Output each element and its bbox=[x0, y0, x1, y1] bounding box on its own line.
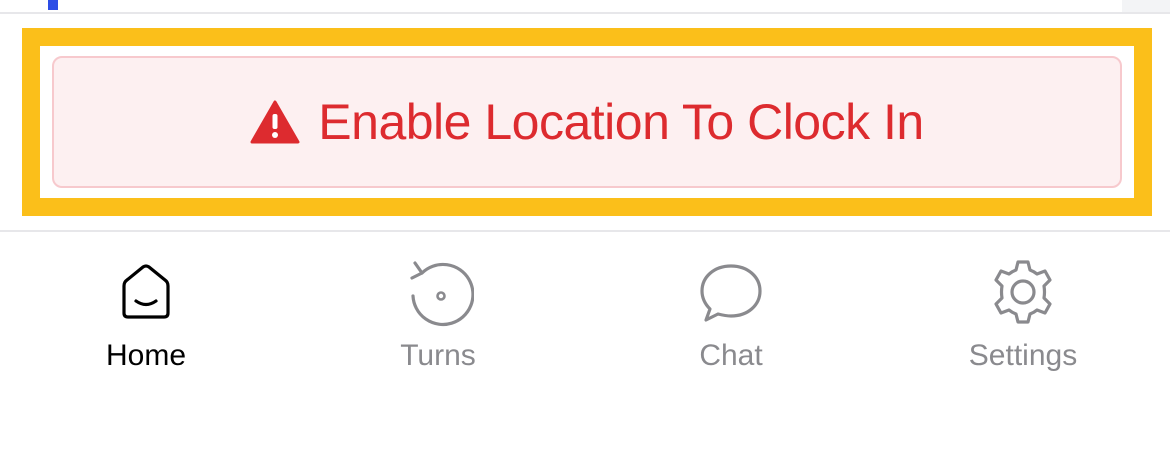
tab-turns[interactable]: Turns bbox=[338, 256, 538, 386]
clock-in-panel: Enable Location To Clock In bbox=[0, 14, 1170, 232]
tab-settings[interactable]: Settings bbox=[923, 256, 1123, 386]
gear-icon bbox=[987, 256, 1059, 328]
top-strip-edge bbox=[1122, 0, 1170, 12]
tab-home-label: Home bbox=[105, 339, 187, 372]
top-strip bbox=[0, 0, 1170, 14]
tab-chat[interactable]: Chat bbox=[631, 256, 831, 386]
tab-home[interactable]: Home bbox=[46, 256, 246, 386]
enable-location-label: Enable Location To Clock In bbox=[318, 94, 924, 150]
accent-marker bbox=[48, 0, 58, 10]
chat-bubble-icon bbox=[695, 256, 767, 328]
bottom-tab-bar: Home Turns Chat Settings bbox=[0, 234, 1170, 450]
tab-chat-label: Chat bbox=[699, 339, 763, 372]
enable-location-button[interactable]: Enable Location To Clock In bbox=[52, 56, 1122, 188]
tab-settings-label: Settings bbox=[968, 339, 1078, 372]
tab-turns-label: Turns bbox=[400, 339, 476, 372]
top-strip-content bbox=[0, 0, 1122, 12]
history-icon bbox=[402, 256, 475, 328]
highlight-frame: Enable Location To Clock In bbox=[22, 28, 1152, 216]
warning-triangle-icon bbox=[250, 100, 300, 144]
home-icon bbox=[110, 256, 182, 328]
